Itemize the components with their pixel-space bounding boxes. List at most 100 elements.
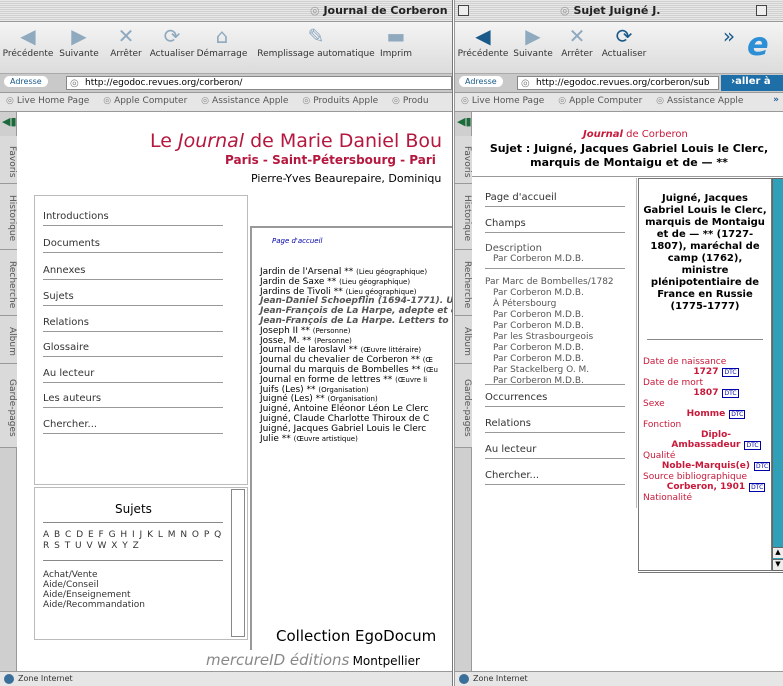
refresh-button[interactable]: ⟳ Actualiser [599, 25, 649, 59]
nav-relations[interactable]: Relations [485, 418, 625, 433]
sidetab-historique[interactable]: Historique [0, 184, 17, 250]
toolbar-overflow-button[interactable]: » [719, 25, 739, 49]
stop-button[interactable]: ✕ Arrêter [555, 25, 599, 59]
alphabet-index[interactable]: A B C D E F G H I J K L M N O P Q R S T … [43, 530, 229, 552]
forward-button[interactable]: ▶ Suivante [54, 25, 104, 59]
nav-les-auteurs[interactable]: Les auteurs [43, 393, 223, 408]
print-button[interactable]: ▬ Imprim [376, 25, 416, 59]
globe-icon: ◎ [70, 78, 79, 89]
title-bar[interactable]: ◎ Sujet Juigné J. [455, 0, 783, 22]
stop-button[interactable]: ✕ Arrêter [104, 25, 148, 59]
home-button[interactable]: ⌂ Démarrage [196, 25, 248, 59]
sidetab-favoris[interactable]: Favoris [0, 136, 17, 184]
sidetab-garde-pages[interactable]: Garde-pages [455, 364, 472, 448]
nav-introductions[interactable]: Introductions [43, 211, 223, 226]
favorite-apple-computer[interactable]: ◎ Apple Computer [558, 96, 642, 106]
sidetab-recherche[interactable]: Recherche [455, 250, 472, 316]
favorite-assistance-apple[interactable]: ◎ Assistance Apple [201, 96, 288, 106]
nav-description[interactable]: Description [485, 243, 542, 254]
favorite-produ[interactable]: ◎ Produ [392, 96, 429, 106]
favorite-live-home-page[interactable]: ◎ Live Home Page [6, 96, 89, 106]
url-input[interactable]: ◎ http://egodoc.revues.org/corberon/sub [517, 76, 719, 90]
favorite-live-home-page[interactable]: ◎ Live Home Page [461, 96, 544, 106]
nav-page-accueil[interactable]: Page d'accueil [485, 192, 625, 207]
scroll-up-arrow-icon[interactable]: ▲ [773, 547, 783, 558]
url-input[interactable]: ◎ http://egodoc.revues.org/corberon/ [66, 76, 452, 90]
detail-scrollbar[interactable]: ▲ ▼ [772, 178, 783, 571]
journal-heading: Journal de Corberon [583, 129, 688, 140]
back-button[interactable]: ◀ Précédente [457, 25, 509, 59]
favorite-assistance-apple[interactable]: ◎ Assistance Apple [656, 96, 743, 106]
dtc-tag-link[interactable]: DTC [722, 368, 739, 377]
index-entry[interactable]: Jardin de l'Arsenal ** (Lieu géographiqu… [260, 267, 427, 277]
index-entry[interactable]: Julie ** (Œuvre artistique) [260, 434, 358, 444]
field-value: Diplo-Ambassadeur [671, 430, 741, 450]
nav-au-lecteur[interactable]: Au lecteur [43, 368, 223, 383]
favorites-overflow-icon[interactable]: » [773, 95, 779, 105]
nav-occurrences[interactable]: Occurrences [485, 392, 625, 407]
refresh-button[interactable]: ⟳ Actualiser [148, 25, 196, 59]
nav-au-lecteur[interactable]: Au lecteur [485, 444, 625, 459]
nav-sujets[interactable]: Sujets [43, 291, 223, 306]
sujet-item[interactable]: Aide/Recommandation [43, 600, 145, 610]
address-label: Adresse [459, 76, 503, 87]
sidebar-grip-icon[interactable]: ◀▮ [2, 115, 17, 128]
dtc-tag-link[interactable]: DTC [754, 462, 771, 471]
sujet-item[interactable]: Aide/Enseignement [43, 590, 145, 600]
ie-logo-icon: e [747, 25, 769, 63]
index-entry-type: (Lieu géographique) [339, 277, 411, 286]
nav-relations[interactable]: Relations [43, 317, 223, 332]
go-button[interactable]: ›aller à [721, 75, 783, 91]
sidetab-recherche[interactable]: Recherche [0, 250, 17, 316]
sujet-item[interactable]: Achat/Vente [43, 570, 145, 580]
index-entry[interactable]: Juigné, Claude Charlotte Thiroux de C [260, 414, 429, 424]
favorite-label: Produ [402, 96, 429, 106]
zoom-box[interactable] [756, 5, 767, 16]
sidebar-grip-icon[interactable]: ◀▮ [457, 115, 472, 128]
sidetab-favoris[interactable]: Favoris [455, 136, 472, 184]
title-bar[interactable]: ◎ Journal de Corberon [0, 0, 452, 22]
index-entry[interactable]: Jean-François de La Harpe. Letters to [260, 316, 449, 326]
nav-glossaire[interactable]: Glossaire [43, 342, 223, 357]
favorite-produits-apple[interactable]: ◎ Produits Apple [302, 96, 378, 106]
sidetab-historique[interactable]: Historique [455, 184, 472, 250]
index-entry[interactable]: Josse, M. ** (Personne) [260, 336, 352, 346]
home-link[interactable]: Page d'accueil [272, 237, 322, 245]
dtc-tag-link[interactable]: DTC [722, 389, 739, 398]
index-entry[interactable]: Jean-François de La Harpe, adepte et c [260, 306, 453, 317]
nav-chercher[interactable]: Chercher... [43, 419, 223, 434]
index-entry[interactable]: Juigné (Les) ** (Organisation) [260, 394, 378, 404]
nav-champs[interactable]: Champs [485, 218, 625, 233]
nav-chercher[interactable]: Chercher... [485, 470, 625, 485]
index-entry[interactable]: Journal de Iaroslavl ** (Œuvre littérair… [260, 345, 421, 355]
index-entry[interactable]: Jean-Daniel Schoepflin (1694-1771). Un [260, 296, 452, 306]
close-box[interactable] [458, 5, 469, 16]
index-entry[interactable]: Jardin de Saxe ** (Lieu géographique) [260, 277, 410, 287]
nav-annexes[interactable]: Annexes [43, 265, 223, 280]
dtc-tag-link[interactable]: DTC [744, 441, 761, 450]
sidetab-album[interactable]: Album [455, 316, 472, 364]
sujets-scrollbar[interactable] [231, 489, 245, 637]
index-entry[interactable]: Journal en forme de lettres ** (Œuvre li [260, 375, 427, 385]
sidetab-album[interactable]: Album [0, 316, 17, 364]
sujet-item[interactable]: Aide/Conseil [43, 580, 145, 590]
index-entry[interactable]: Jardins de Tivoli ** (Lieu géographique) [260, 287, 417, 297]
index-entry[interactable]: Journal du chevalier de Corberon ** (Œ [260, 355, 433, 365]
index-entry[interactable]: Juigné, Jacques Gabriel Louis le Clerc [260, 424, 426, 434]
back-button[interactable]: ◀ Précédente [2, 25, 54, 59]
browser-window-journal: ◎ Journal de Corberon ◀ Précédente ▶ Suiva… [0, 0, 453, 686]
nav-documents[interactable]: Documents [43, 238, 223, 253]
sidetab-garde-pages[interactable]: Garde-pages [0, 364, 17, 448]
page-title: Le Journal de Marie Daniel Bou [150, 130, 442, 152]
forward-button[interactable]: ▶ Suivante [511, 25, 555, 59]
page-subtitle: Paris - Saint-Pétersbourg - Pari [225, 153, 436, 167]
index-entry[interactable]: Journal du marquis de Bombelles ** (Œu [260, 365, 438, 375]
dtc-tag-link[interactable]: DTC [749, 483, 766, 492]
favorite-apple-computer[interactable]: ◎ Apple Computer [103, 96, 187, 106]
index-entry[interactable]: Joseph II ** (Personne) [260, 326, 350, 336]
index-entry-name: Jean-François de La Harpe, adepte et c [260, 306, 453, 317]
autofill-button[interactable]: ✎ Remplissage automatique [254, 25, 378, 59]
dtc-tag-link[interactable]: DTC [729, 410, 746, 419]
scroll-down-arrow-icon[interactable]: ▼ [773, 559, 783, 570]
index-entry[interactable]: Juigné, Antoine Eléonor Léon Le Clerc [260, 404, 429, 414]
